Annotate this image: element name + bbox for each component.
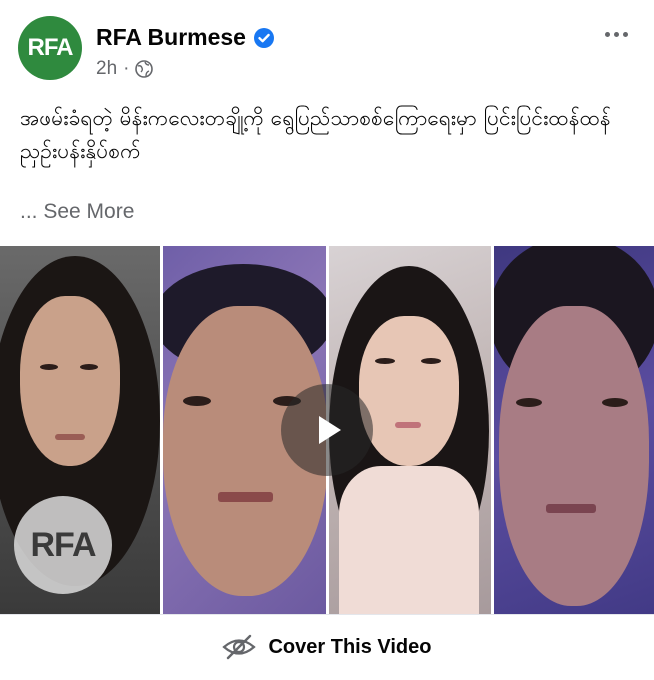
avatar-logo-text: RFA [27,34,74,61]
verified-badge-icon [253,27,274,48]
play-icon [319,416,341,444]
post-text: အဖမ်းခံရတဲ့ မိန်းကလေးတချို့ကို ရွေပြည်သာ… [20,106,611,163]
meta-separator: · [123,58,130,79]
eye-slash-icon [222,634,257,660]
video-panel-1: RFA [0,246,161,614]
divider [0,614,654,615]
cover-video-button[interactable]: Cover This Video [0,620,654,674]
rfa-watermark-text: RFA [30,525,97,564]
post-meta: 2h · [96,58,154,80]
rfa-watermark-logo: RFA [14,496,112,594]
play-button[interactable] [281,384,373,476]
page-name[interactable]: RFA Burmese [96,24,246,51]
cover-video-label: Cover This Video [268,635,432,658]
globe-icon [135,60,154,78]
avatar[interactable]: RFA [18,16,82,80]
video-thumbnail[interactable]: RFA [0,246,654,614]
video-panel-4 [493,246,654,614]
page-name-row: RFA Burmese [96,24,274,51]
post-header: RFA RFA Burmese 2h · [0,0,654,92]
see-more-link[interactable]: ... See More [20,200,134,224]
more-options-icon[interactable] [598,20,634,48]
post-time[interactable]: 2h [96,58,117,80]
